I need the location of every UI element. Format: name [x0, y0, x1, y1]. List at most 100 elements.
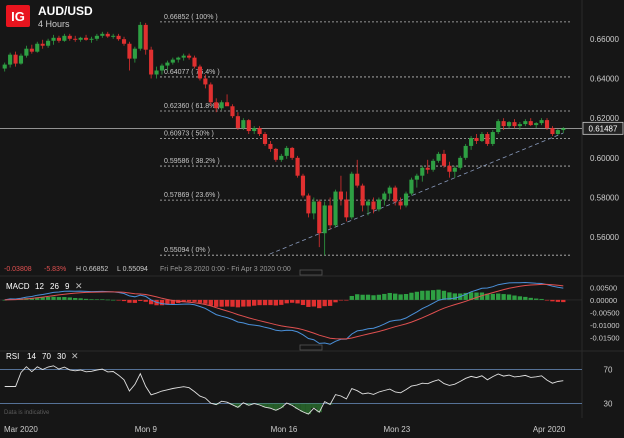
macd-histogram-bar — [501, 294, 506, 300]
price-chart-canvas: IG AUD/USD 4 Hours -0.03808 -5.83% H 0.6… — [0, 0, 624, 434]
macd-histogram-bar — [355, 294, 360, 300]
candle-body — [517, 124, 522, 127]
price-y-tick: 0.62000 — [590, 114, 619, 123]
macd-histogram-bar — [403, 294, 409, 300]
candle-body — [170, 59, 175, 63]
macd-histogram-bar — [430, 290, 436, 300]
candle-body — [458, 157, 463, 168]
candle-body — [387, 187, 392, 194]
macd-y-tick: -0.00500 — [590, 309, 620, 318]
macd-histogram-bar — [257, 299, 262, 306]
rsi-close-icon[interactable]: ✕ — [71, 351, 79, 361]
macd-histogram-bar — [360, 294, 365, 300]
candle-body — [29, 48, 34, 52]
macd-line — [4, 281, 564, 345]
macd-histogram-bar — [127, 299, 132, 303]
candle-body — [224, 102, 230, 107]
macd-histogram-bar — [246, 299, 251, 307]
macd-histogram-bar — [252, 299, 257, 306]
candle-body — [62, 35, 67, 41]
macd-histogram-bar — [490, 293, 495, 300]
candle-body — [409, 179, 414, 194]
macd-histogram-bar — [382, 293, 387, 300]
candle-body — [344, 199, 349, 218]
macd-histogram-bar — [311, 299, 316, 307]
candle-body — [176, 57, 181, 60]
candle-body — [295, 157, 300, 176]
macd-histogram-bar — [561, 299, 566, 303]
macd-histogram-bar — [398, 294, 403, 300]
rsi-y-tick: 70 — [604, 366, 613, 375]
candle-body — [431, 160, 436, 170]
candle-body — [94, 35, 99, 39]
candle-body — [485, 134, 490, 144]
change-value: -0.03808 — [4, 266, 32, 273]
rsi-oversold-fill — [311, 403, 317, 409]
macd-param-signal: 9 — [65, 282, 70, 291]
macd-histogram-bar — [327, 299, 333, 306]
fib-label-6: 0.55094 ( 0% ) — [164, 247, 210, 254]
x-tick-label: Apr 2020 — [533, 425, 566, 434]
macd-histogram-bar — [197, 299, 203, 303]
candle-body — [159, 65, 165, 71]
candle-body — [398, 201, 403, 206]
candle-body — [360, 185, 365, 206]
macd-histogram-bar — [73, 297, 78, 300]
candle-body — [425, 167, 430, 170]
candle-body — [83, 37, 89, 40]
x-tick-label: Mar 2020 — [4, 425, 38, 434]
candle-body — [132, 48, 137, 59]
macd-histogram-bar — [317, 299, 322, 309]
candle-body — [322, 205, 327, 234]
candle-body — [290, 147, 295, 158]
candle-body — [371, 201, 376, 210]
macd-histogram-bar — [517, 296, 523, 300]
price-y-tick: 0.58000 — [590, 194, 619, 203]
candle-body — [252, 128, 257, 132]
fib-label-3: 0.60973 ( 50% ) — [164, 131, 214, 138]
candle-body — [138, 24, 143, 49]
macd-histogram-bar — [300, 299, 306, 306]
macd-histogram-bar — [192, 299, 197, 302]
price-y-tick: 0.56000 — [590, 233, 619, 242]
candle-body — [355, 173, 360, 186]
macd-histogram-bar — [550, 299, 555, 302]
candle-body — [78, 37, 83, 40]
candle-body — [149, 49, 154, 75]
macd-y-tick: -0.01500 — [590, 334, 620, 343]
macd-histogram-bar — [116, 299, 121, 301]
rsi-param-period: 14 — [27, 352, 36, 361]
candle-body — [382, 193, 387, 200]
candle-body — [534, 123, 539, 126]
candle-body — [40, 43, 45, 46]
fib-label-5: 0.57869 ( 23.6% ) — [164, 192, 220, 199]
fib-label-0: 0.66852 ( 100% ) — [164, 14, 218, 21]
macd-histogram-bar — [89, 299, 94, 300]
rsi-y-tick: 30 — [604, 399, 613, 408]
macd-histogram-bar — [425, 290, 430, 300]
macd-histogram-bar — [121, 299, 127, 302]
collapse-handle-macd[interactable] — [299, 344, 323, 351]
fib-label-1: 0.64077 ( 76.4% ) — [164, 69, 220, 76]
macd-close-icon[interactable]: ✕ — [75, 281, 83, 291]
macd-y-tick: 0.00000 — [590, 296, 617, 305]
macd-histogram-bar — [262, 299, 268, 306]
collapse-handle-price[interactable] — [299, 269, 323, 276]
fib-label-4: 0.59586 ( 38.2% ) — [164, 158, 220, 165]
candle-body — [317, 201, 322, 234]
macd-histogram-bar — [496, 293, 501, 300]
macd-histogram-bar — [393, 293, 398, 300]
candle-body — [208, 84, 213, 103]
candle-body — [338, 191, 344, 200]
candle-body — [246, 120, 251, 132]
fib-label-2: 0.62360 ( 61.8% ) — [164, 103, 220, 110]
candle-body — [214, 102, 219, 109]
macd-histogram-bar — [219, 299, 224, 307]
candle-body — [441, 153, 447, 166]
macd-histogram-bar — [273, 299, 279, 306]
macd-histogram-bar — [295, 299, 300, 304]
candle-body — [181, 55, 186, 58]
timeframe-label: 4 Hours — [38, 19, 70, 29]
macd-histogram-bar — [338, 299, 344, 301]
support-trendline — [269, 132, 564, 255]
